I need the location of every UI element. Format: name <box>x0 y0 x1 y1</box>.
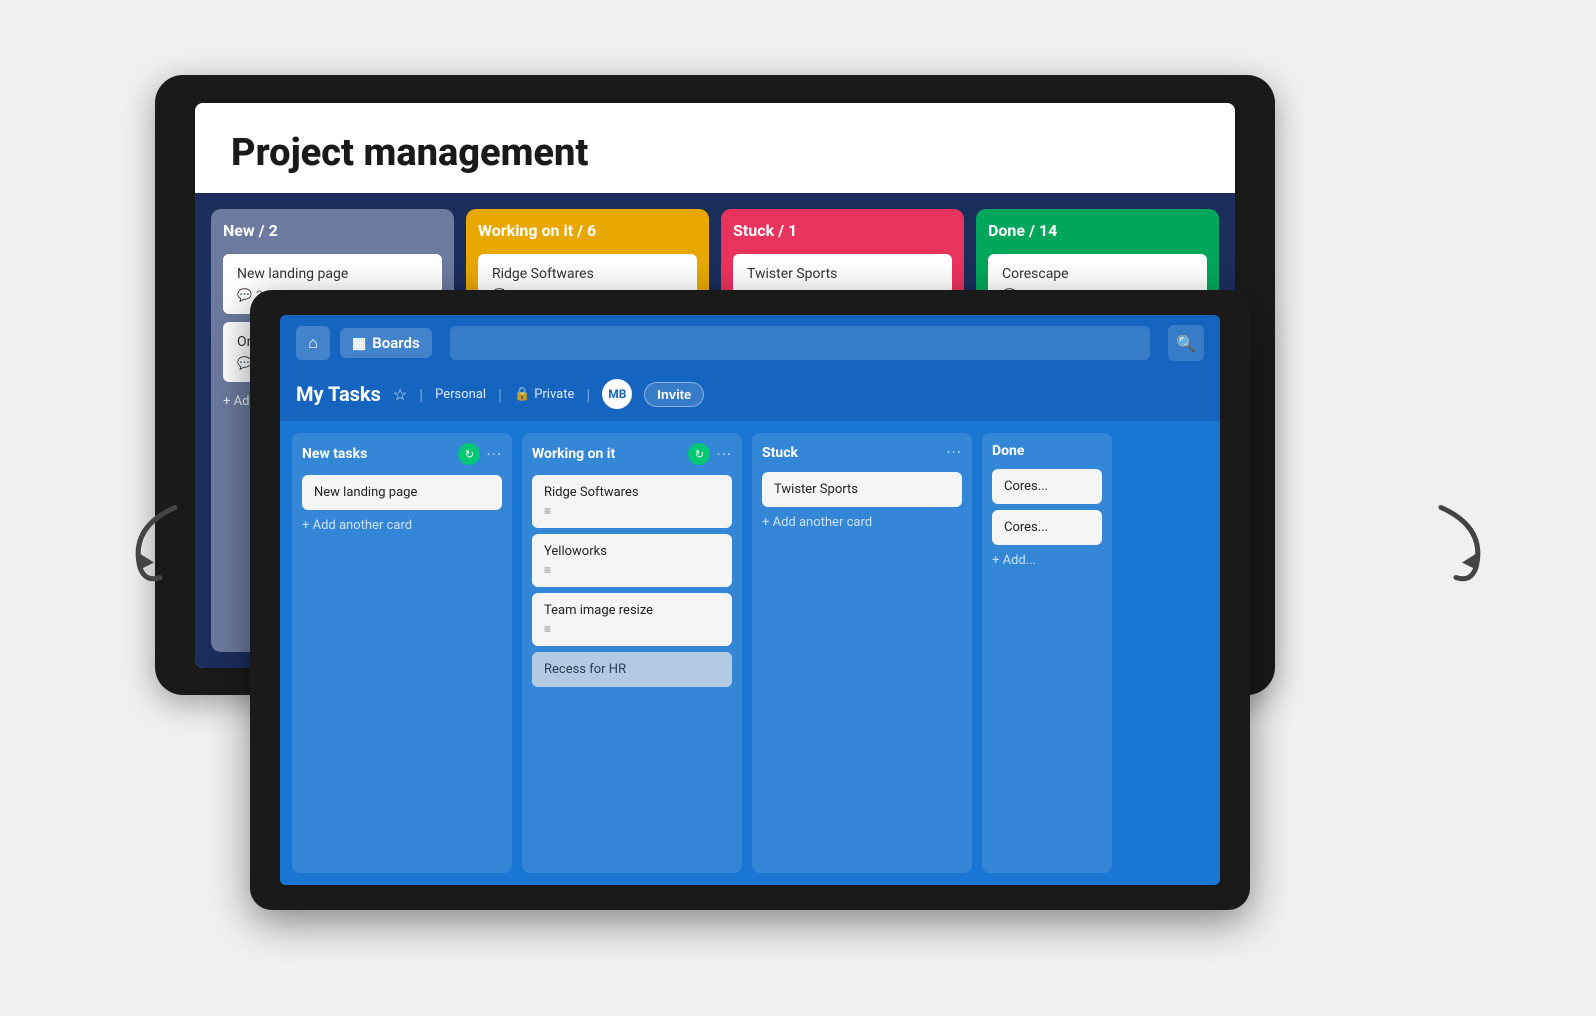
refresh-icon-new[interactable]: ↻ <box>458 443 480 465</box>
card-lines-icon: ≡ <box>544 622 720 636</box>
card-lines-icon: ≡ <box>544 563 720 577</box>
tablet-front-screen: ⌂ ▦ Boards 🔍 My Tasks ☆ | Personal | 🔒 P… <box>280 315 1220 885</box>
front-header-bar: My Tasks ☆ | Personal | 🔒 Private | MB I… <box>280 371 1220 421</box>
fk-col-actions-working: ↻ ··· <box>688 443 732 465</box>
fk-col-done: Done Cores... Cores... + Add... <box>982 433 1112 873</box>
home-button[interactable]: ⌂ <box>296 326 330 360</box>
dots-menu-working[interactable]: ··· <box>716 445 732 464</box>
fk-col-title-working: Working on it <box>532 446 615 462</box>
front-kanban-board: New tasks ↻ ··· New landing page + Add a… <box>280 421 1220 885</box>
lock-icon: 🔒 <box>514 387 530 402</box>
refresh-icon-working[interactable]: ↻ <box>688 443 710 465</box>
kb-col-done-header: Done / 14 <box>988 221 1207 240</box>
fk-col-header-done: Done <box>992 443 1102 459</box>
search-icon: 🔍 <box>1176 334 1196 353</box>
card-lines-icon: ≡ <box>544 504 720 518</box>
comment-icon: 💬 <box>237 288 252 302</box>
boards-button[interactable]: ▦ Boards <box>340 328 432 358</box>
fk-col-title-new: New tasks <box>302 446 367 462</box>
fk-col-header-new: New tasks ↻ ··· <box>302 443 502 465</box>
fk-card-new-landing[interactable]: New landing page <box>302 475 502 510</box>
card-title: Ridge Softwares <box>544 485 639 500</box>
separator-2: | <box>498 385 502 404</box>
dots-menu-new[interactable]: ··· <box>486 445 502 464</box>
invite-button[interactable]: Invite <box>644 382 704 407</box>
card-text: Twister Sports <box>747 266 837 282</box>
card-text: Ridge Softwares <box>492 266 594 282</box>
separator-1: | <box>419 385 423 404</box>
kb-col-working-header: Working on it / 6 <box>478 221 697 240</box>
private-tag: 🔒 Private <box>514 387 574 402</box>
back-page-title: Project management <box>231 131 588 175</box>
back-header: Project management <box>195 103 1235 193</box>
fk-card-ridge[interactable]: Ridge Softwares ≡ <box>532 475 732 528</box>
fk-col-title-stuck: Stuck <box>762 445 798 461</box>
separator-3: | <box>586 385 590 404</box>
card-title: Team image resize <box>544 603 653 618</box>
add-another-card-new[interactable]: + Add another card <box>302 518 502 533</box>
star-icon[interactable]: ☆ <box>393 385 407 404</box>
arrow-left-icon[interactable] <box>120 498 190 603</box>
fk-col-header-stuck: Stuck ··· <box>762 443 962 462</box>
fk-card-done-2[interactable]: Cores... <box>992 510 1102 545</box>
fk-col-stuck: Stuck ··· Twister Sports + Add another c… <box>752 433 972 873</box>
front-nav-bar: ⌂ ▦ Boards 🔍 <box>280 315 1220 371</box>
fk-col-actions-stuck: ··· <box>946 443 962 462</box>
arrow-right-icon[interactable] <box>1426 498 1496 603</box>
tablet-front: ⌂ ▦ Boards 🔍 My Tasks ☆ | Personal | 🔒 P… <box>250 290 1250 910</box>
avatar-initials: MB <box>608 387 626 401</box>
boards-label: Boards <box>372 334 419 352</box>
private-label: Private <box>534 387 574 402</box>
fk-col-working-on-it: Working on it ↻ ··· Ridge Softwares ≡ Ye… <box>522 433 742 873</box>
kb-col-stuck-header: Stuck / 1 <box>733 221 952 240</box>
home-icon: ⌂ <box>308 333 318 353</box>
card-title: New landing page <box>314 485 417 500</box>
boards-icon: ▦ <box>352 334 366 352</box>
card-text: Corescape <box>1002 266 1069 282</box>
fk-card-team-image[interactable]: Team image resize ≡ <box>532 593 732 646</box>
kb-card-stuck-1: Twister Sports <box>733 254 952 294</box>
fk-card-done-1[interactable]: Cores... <box>992 469 1102 504</box>
card-title: Cores... <box>1004 479 1048 494</box>
card-text: New landing page <box>237 266 348 282</box>
dots-menu-stuck[interactable]: ··· <box>946 443 962 462</box>
user-avatar: MB <box>602 379 632 409</box>
fk-card-yelloworks[interactable]: Yelloworks ≡ <box>532 534 732 587</box>
kb-col-new-header: New / 2 <box>223 221 442 240</box>
card-title: Twister Sports <box>774 482 858 497</box>
card-title: Recess for HR <box>544 662 626 677</box>
personal-label: Personal <box>435 387 486 402</box>
fk-col-new-tasks: New tasks ↻ ··· New landing page + Add a… <box>292 433 512 873</box>
add-another-card-stuck[interactable]: + Add another card <box>762 515 962 530</box>
fk-col-actions-new: ↻ ··· <box>458 443 502 465</box>
fk-card-twister[interactable]: Twister Sports <box>762 472 962 507</box>
fk-card-recess[interactable]: Recess for HR <box>532 652 732 687</box>
fk-col-title-done: Done <box>992 443 1024 459</box>
personal-tag: Personal <box>435 387 486 402</box>
card-title: Cores... <box>1004 520 1048 535</box>
board-title: My Tasks <box>296 382 381 406</box>
add-another-card-done[interactable]: + Add... <box>992 553 1102 568</box>
card-title: Yelloworks <box>544 544 607 559</box>
fk-col-header-working: Working on it ↻ ··· <box>532 443 732 465</box>
search-bar[interactable] <box>450 326 1150 360</box>
search-button[interactable]: 🔍 <box>1168 325 1204 361</box>
